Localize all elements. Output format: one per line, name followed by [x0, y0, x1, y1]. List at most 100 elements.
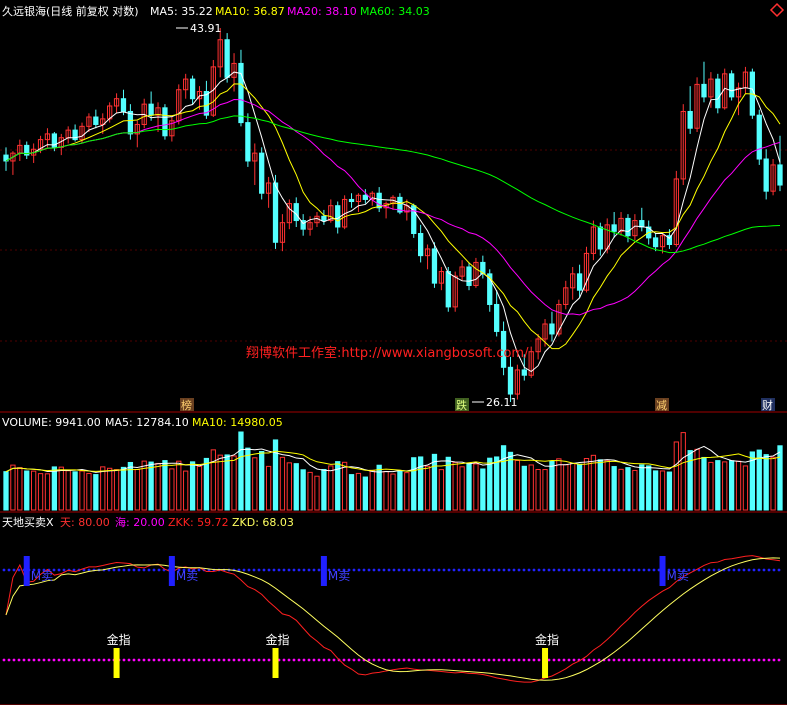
tian-level-dot [432, 568, 436, 572]
hai-level-dot [252, 658, 256, 662]
hai-level-dot [282, 658, 286, 662]
volume-bar [763, 454, 769, 511]
event-tag-jian[interactable]: 减 [656, 399, 667, 412]
candle-body [756, 114, 762, 160]
hai-level-dot [367, 658, 371, 662]
hai-level-dot [227, 658, 231, 662]
hai-level-dot [12, 658, 16, 662]
event-tag-cai[interactable]: 财 [762, 398, 773, 412]
hai-level-dot [307, 658, 311, 662]
hai-level-dot [567, 658, 571, 662]
volume-bar [252, 457, 258, 511]
sell-signal-bar [659, 556, 666, 586]
hai-level-dot [482, 658, 486, 662]
tian-level-dot [632, 568, 636, 572]
tian-level-dot [472, 568, 476, 572]
volume-bar [576, 463, 583, 511]
hai-level-dot [627, 658, 631, 662]
tian-level-dot [62, 568, 66, 572]
hai-level-dot [192, 658, 196, 662]
volume-bar [473, 463, 479, 511]
volume-bar [3, 471, 9, 511]
hai-level-dot [287, 658, 291, 662]
hai-level-dot [57, 658, 61, 662]
volume-bar [238, 431, 244, 511]
hai-level-dot [722, 658, 726, 662]
volume-bar [265, 465, 272, 511]
hai-level-dot [127, 658, 131, 662]
diamond-icon[interactable] [769, 2, 785, 18]
tian-level-dot [427, 568, 431, 572]
hai-level-dot [597, 658, 601, 662]
tian-level-dot [487, 568, 491, 572]
tian-level-dot [267, 568, 271, 572]
volume-bar [31, 470, 37, 511]
tian-level-dot [112, 568, 116, 572]
tian-level-dot [257, 568, 261, 572]
volume-bar [404, 472, 410, 511]
volume-bar [411, 457, 417, 511]
volume-bar [348, 474, 355, 511]
tian-level-dot [752, 568, 756, 572]
hai-level-dot [122, 658, 126, 662]
hai-level-dot [7, 658, 11, 662]
volume-bar [514, 460, 521, 511]
tian-level-dot [272, 568, 276, 572]
tian-level-dot [242, 568, 246, 572]
volume-bar [418, 456, 424, 511]
volume-bar [687, 450, 693, 511]
hai-level-dot [162, 658, 166, 662]
hai-level-dot [182, 658, 186, 662]
hai-level-dot [612, 658, 616, 662]
candle-body [293, 203, 299, 222]
event-tag-bang[interactable]: 榜 [181, 398, 192, 412]
volume-bar [362, 476, 368, 511]
hai-level-dot [412, 658, 416, 662]
tian-level-dot [307, 568, 311, 572]
volume-bar [341, 461, 348, 511]
sell-signal-label: M卖 [667, 569, 689, 583]
tian-level-dot [762, 568, 766, 572]
hai-level-dot [222, 658, 226, 662]
candle-body [238, 62, 244, 124]
hai-level-dot [707, 658, 711, 662]
candle-body [625, 217, 631, 237]
tian-level-dot [497, 568, 501, 572]
tian-level-dot [612, 568, 616, 572]
hai-level-dot [587, 658, 591, 662]
hai-level-dot [197, 658, 201, 662]
hai-level-dot [732, 658, 736, 662]
tian-level-dot [652, 568, 656, 572]
tian-level-dot [562, 568, 566, 572]
tian-level-dot [747, 568, 751, 572]
tian-level-dot [292, 568, 296, 572]
hai-level-dot [322, 658, 326, 662]
tian-level-dot [317, 568, 321, 572]
tian-level-dot [287, 568, 291, 572]
hai-level-dot [692, 658, 696, 662]
ma20-legend: MA20: 38.10 [287, 5, 357, 18]
tian-level-dot [157, 568, 161, 572]
hai-level-dot [517, 658, 521, 662]
hai-level-dot [87, 658, 91, 662]
volume-bar [556, 458, 562, 511]
tian-level-dot [537, 568, 541, 572]
stock-chart: 金指 金指 金指 M卖 M卖 M卖 M卖 久远银海(日线 前复权 对数) MA5: 35.2… [0, 2, 787, 705]
volume-bar [549, 460, 555, 511]
hai-level-dot [712, 658, 716, 662]
tian-level-dot [392, 568, 396, 572]
tian-level-dot [277, 568, 281, 572]
hai-level-dot [507, 658, 511, 662]
hai-level-dot [22, 658, 26, 662]
volume-ma5-legend: MA5: 12784.10 [105, 416, 189, 429]
volume-bar [646, 465, 652, 511]
hai-level-dot [237, 658, 241, 662]
hai-legend: 海: 20.00 [115, 515, 165, 529]
tian-level-dot [742, 568, 746, 572]
hai-level-dot [562, 658, 566, 662]
hai-level-dot [682, 658, 686, 662]
hai-level-dot [352, 658, 356, 662]
hai-level-dot [452, 658, 456, 662]
event-tag-die[interactable]: 跌 [456, 398, 467, 412]
hai-level-dot [342, 658, 346, 662]
